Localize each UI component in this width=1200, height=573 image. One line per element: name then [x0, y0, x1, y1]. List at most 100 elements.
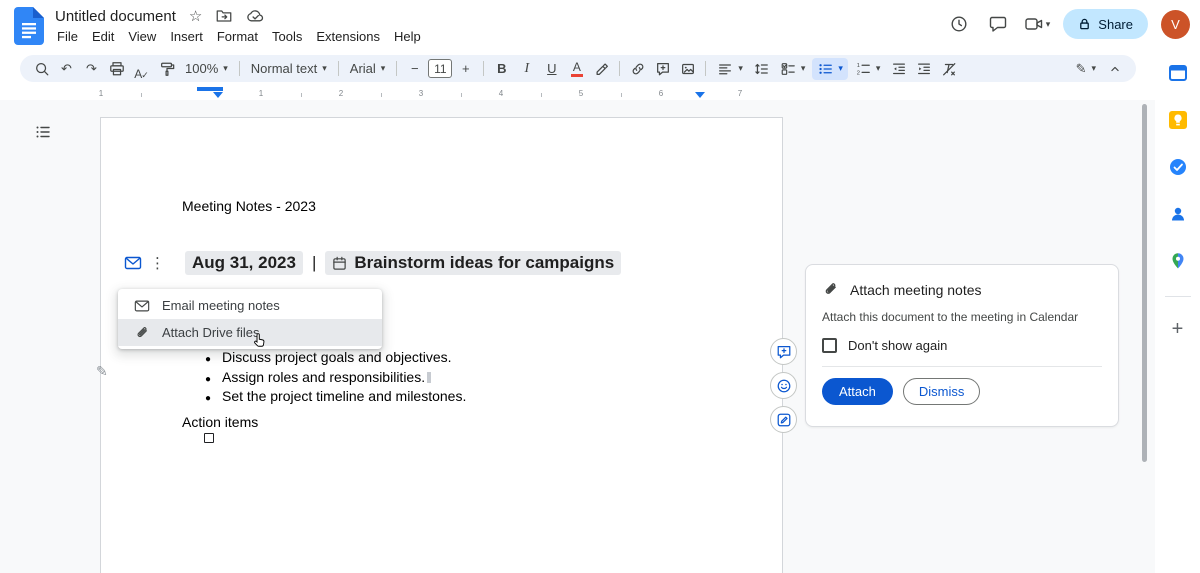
avatar-letter: V	[1171, 17, 1180, 32]
collapse-toolbar-icon[interactable]	[1103, 58, 1126, 80]
move-to-folder-icon[interactable]	[215, 7, 233, 25]
ruler-tick	[541, 93, 542, 97]
first-line-indent-marker[interactable]	[197, 87, 223, 91]
email-icon	[134, 298, 150, 314]
menu-insert[interactable]: Insert	[163, 27, 210, 46]
bold-button[interactable]: B	[490, 58, 513, 80]
maps-app-icon[interactable]	[1164, 247, 1192, 275]
add-comment-icon	[776, 344, 792, 360]
comments-icon[interactable]	[985, 11, 1011, 37]
list-item[interactable]: ● Assign roles and responsibilities.	[205, 369, 466, 389]
align-select[interactable]: ▾	[712, 58, 748, 80]
menu-item-email-meeting-notes[interactable]: Email meeting notes	[118, 292, 382, 319]
list-item[interactable]: ● Discuss project goals and objectives.	[205, 349, 466, 369]
ruler-tick	[621, 93, 622, 97]
dont-show-again-row: Don't show again	[822, 338, 1102, 353]
dont-show-again-checkbox[interactable]	[822, 338, 837, 353]
menu-extensions[interactable]: Extensions	[309, 27, 387, 46]
avatar[interactable]: V	[1161, 10, 1190, 39]
version-history-icon[interactable]	[946, 11, 972, 37]
increase-font-size-button[interactable]: +	[454, 58, 477, 80]
show-outline-icon[interactable]	[32, 122, 54, 142]
search-icon[interactable]	[30, 58, 53, 80]
menu-tools[interactable]: Tools	[265, 27, 309, 46]
tasks-app-icon[interactable]	[1164, 153, 1192, 181]
document-title[interactable]: Untitled document	[55, 8, 176, 25]
menu-edit[interactable]: Edit	[85, 27, 121, 46]
share-button[interactable]: Share	[1063, 9, 1148, 39]
docs-logo[interactable]	[14, 7, 44, 45]
menu-view[interactable]: View	[121, 27, 163, 46]
checklist-select[interactable]: ▾	[775, 58, 811, 80]
ruler: 1 1 2 3 4 5 6 7	[0, 82, 1155, 100]
menu-help[interactable]: Help	[387, 27, 428, 46]
paragraph-style-select[interactable]: Normal text ▾	[246, 58, 332, 80]
vertical-scrollbar[interactable]	[1142, 104, 1147, 462]
increase-indent-icon[interactable]	[912, 58, 935, 80]
ruler-tick	[381, 93, 382, 97]
add-comment-button[interactable]	[770, 338, 797, 365]
editing-mode-select[interactable]: ✎ ▾	[1071, 58, 1101, 80]
paint-format-icon[interactable]	[155, 58, 178, 80]
suggest-edits-button[interactable]	[770, 406, 797, 433]
numbered-list-select[interactable]: 12 ▾	[850, 58, 886, 80]
dont-show-again-label: Don't show again	[848, 338, 947, 353]
undo-icon[interactable]: ↶	[55, 58, 78, 80]
cloud-status-icon[interactable]	[246, 7, 265, 26]
video-camera-icon	[1024, 14, 1044, 34]
toolbar-divider	[396, 61, 397, 76]
emoji-reaction-button[interactable]	[770, 372, 797, 399]
star-icon[interactable]: ☆	[189, 7, 202, 25]
print-icon[interactable]	[105, 58, 128, 80]
list-item[interactable]: ● Set the project timeline and milestone…	[205, 388, 466, 408]
font-select[interactable]: Arial ▾	[345, 58, 391, 80]
bullet-dot: ●	[205, 391, 222, 408]
date-chip[interactable]: Aug 31, 2023	[185, 251, 303, 275]
right-indent-marker[interactable]	[695, 92, 705, 98]
keep-app-icon[interactable]	[1164, 106, 1192, 134]
meet-button[interactable]: ▾	[1024, 14, 1051, 34]
calendar-app-icon[interactable]	[1164, 59, 1192, 87]
italic-button[interactable]: I	[515, 58, 538, 80]
attach-button[interactable]: Attach	[822, 378, 893, 405]
menu-item-attach-drive-files[interactable]: Attach Drive files	[118, 319, 382, 346]
email-icon[interactable]	[124, 254, 142, 272]
contacts-app-icon[interactable]	[1164, 200, 1192, 228]
paperclip-icon	[134, 325, 150, 341]
card-body-text: Attach this document to the meeting in C…	[822, 310, 1102, 324]
add-comment-icon[interactable]	[651, 58, 674, 80]
decrease-font-size-button[interactable]: −	[403, 58, 426, 80]
get-addons-button[interactable]: +	[1164, 315, 1192, 343]
doc-heading-text[interactable]: Meeting Notes - 2023	[182, 198, 316, 214]
menu-file[interactable]: File	[50, 27, 85, 46]
kebab-menu-icon[interactable]: ⋮	[150, 256, 165, 271]
action-items-text[interactable]: Action items	[182, 414, 258, 430]
chevron-down-icon: ▾	[1046, 20, 1051, 29]
underline-button[interactable]: U	[540, 58, 563, 80]
menu-format[interactable]: Format	[210, 27, 265, 46]
redo-icon[interactable]: ↷	[80, 58, 103, 80]
svg-text:1: 1	[857, 63, 860, 69]
decrease-indent-icon[interactable]	[887, 58, 910, 80]
highlight-color-icon[interactable]	[590, 58, 613, 80]
chevron-down-icon: ▾	[801, 64, 806, 73]
clear-formatting-icon[interactable]	[937, 58, 960, 80]
insert-image-icon[interactable]	[676, 58, 699, 80]
insert-link-icon[interactable]	[626, 58, 649, 80]
share-button-label: Share	[1098, 17, 1133, 32]
floating-edit-buttons	[770, 338, 797, 433]
event-chip[interactable]: Brainstorm ideas for campaigns	[325, 251, 621, 275]
left-indent-marker[interactable]	[213, 92, 223, 98]
dismiss-button[interactable]: Dismiss	[903, 378, 981, 405]
font-size-input[interactable]: 11	[428, 59, 452, 78]
action-item-checkbox[interactable]	[204, 433, 214, 443]
bulleted-list-button[interactable]: ▾	[812, 58, 848, 80]
spellcheck-icon[interactable]: A✓	[130, 58, 153, 80]
text-color-button[interactable]: A	[565, 58, 588, 80]
paperclip-icon	[822, 281, 839, 298]
zoom-select[interactable]: 100% ▾	[180, 58, 233, 80]
smiley-icon	[776, 378, 792, 394]
line-spacing-icon[interactable]	[750, 58, 773, 80]
margin-pencil-icon[interactable]: ✎	[96, 363, 108, 380]
checklist-icon	[780, 61, 796, 77]
